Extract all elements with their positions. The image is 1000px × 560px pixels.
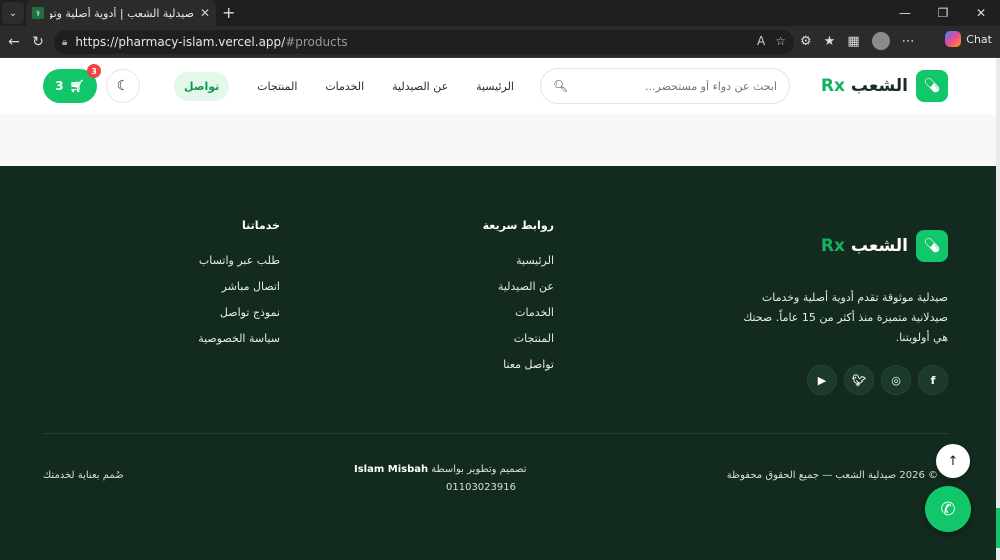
pill-icon: 💊︎: [916, 230, 948, 262]
footer-logo-rx: Rx: [820, 236, 845, 256]
footer-divider: [43, 433, 948, 434]
services-column: خدماتنا طلب عبر واتساب اتصال مباشر نموذج…: [198, 219, 280, 358]
developer-credit: Islam Misbah تصميم وتطوير بواسطة 0110302…: [354, 461, 527, 497]
tab-menu-chevron-icon[interactable]: ⌄: [2, 2, 24, 24]
read-aloud-icon[interactable]: A: [757, 34, 765, 48]
reload-icon[interactable]: ↻: [28, 32, 48, 52]
copyright-text: © 2026 صيدلية الشعب — جميع الحقوق محفوظة: [726, 470, 938, 481]
url-hash: #products: [285, 35, 348, 49]
copilot-chat-button[interactable]: Chat: [945, 31, 992, 47]
cart-count: 3: [55, 79, 64, 93]
service-contact-form[interactable]: نموذج تواصل: [198, 306, 280, 332]
search-box: 🔍︎: [540, 68, 790, 104]
made-with-care: صُمم بعناية لخدمتك: [43, 470, 124, 481]
scrollbar-thumb[interactable]: [996, 508, 1000, 548]
dark-mode-toggle[interactable]: ☾: [106, 69, 140, 103]
window-controls: — ❐ ✕: [886, 0, 1000, 26]
nav-services[interactable]: الخدمات: [325, 80, 364, 93]
search-icon[interactable]: 🔍︎: [553, 79, 568, 93]
browser-tab-bar: ⌄ ⚕ صيدلية الشعب | أدوية أصلية وتوصيل ✕ …: [0, 0, 1000, 26]
moon-icon: ☾: [116, 78, 130, 94]
back-arrow-icon[interactable]: ←: [4, 32, 24, 52]
cart-button[interactable]: 3 🛒︎ 3: [43, 64, 101, 103]
page-scrollbar[interactable]: [996, 58, 1000, 560]
footer-link-products[interactable]: المنتجات: [483, 332, 554, 358]
favorites-icon[interactable]: ★: [824, 34, 836, 49]
favorite-star-icon[interactable]: ☆: [775, 34, 786, 48]
browser-toolbar: ⚙ ★ ▦ ⋯: [800, 32, 915, 50]
credit-prefix: تصميم وتطوير بواسطة: [431, 464, 527, 475]
url-actions: A ☆: [757, 34, 786, 48]
nav-contact[interactable]: تواصل: [174, 71, 230, 101]
whatsapp-icon: ✆: [940, 498, 956, 520]
service-whatsapp-order[interactable]: طلب عبر واتساب: [198, 254, 280, 280]
window-close-icon[interactable]: ✕: [962, 0, 1000, 26]
footer-logo-name: الشعب: [850, 236, 908, 256]
social-links: f ◎ 🐦︎ ▶: [807, 365, 948, 395]
profile-avatar[interactable]: [871, 32, 890, 50]
footer-link-contact[interactable]: تواصل معنا: [483, 358, 554, 384]
service-privacy-policy[interactable]: سياسة الخصوصية: [198, 332, 280, 358]
quick-links-column: روابط سريعة الرئيسية عن الصيدلية الخدمات…: [483, 219, 554, 384]
browser-tab[interactable]: ⚕ صيدلية الشعب | أدوية أصلية وتوصيل ✕: [26, 0, 216, 26]
logo-text: الشعب Rx: [821, 76, 908, 96]
instagram-icon[interactable]: ◎: [881, 365, 911, 395]
url-text: https://pharmacy-islam.vercel.app/#produ…: [75, 35, 347, 49]
new-tab-plus-icon[interactable]: +: [222, 3, 235, 23]
footer-link-home[interactable]: الرئيسية: [483, 254, 554, 280]
services-title: خدماتنا: [242, 219, 280, 232]
tab-title: صيدلية الشعب | أدوية أصلية وتوصيل: [50, 6, 194, 20]
credit-author[interactable]: Islam Misbah: [354, 464, 428, 475]
minimize-icon[interactable]: —: [886, 0, 924, 26]
footer-logo[interactable]: 💊︎ الشعب Rx: [821, 230, 948, 262]
url-main: https://pharmacy-islam.vercel.app/: [75, 35, 286, 49]
cart-badge: 3: [87, 64, 101, 78]
twitter-icon[interactable]: 🐦︎: [844, 365, 874, 395]
cart-icon: 🛒︎: [69, 79, 85, 93]
footer-logo-text: الشعب Rx: [821, 236, 908, 256]
close-icon[interactable]: ✕: [200, 6, 210, 20]
nav-about[interactable]: عن الصيدلية: [392, 80, 448, 93]
footer-description: صيدلية موثوقة تقدم أدوية أصلية وخدمات صي…: [743, 291, 948, 344]
more-menu-icon[interactable]: ⋯: [902, 34, 915, 49]
logo-name: الشعب: [850, 76, 908, 96]
footer-link-about[interactable]: عن الصيدلية: [483, 280, 554, 306]
url-field[interactable]: 🔒︎ https://pharmacy-islam.vercel.app/#pr…: [54, 30, 794, 54]
site-header: 💊︎ الشعب Rx 🔍︎ الرئيسية عن الصيدلية الخد…: [0, 58, 996, 114]
collections-icon[interactable]: ▦: [847, 34, 859, 49]
site-logo[interactable]: 💊︎ الشعب Rx: [821, 70, 948, 102]
address-bar: ← ↻ 🔒︎ https://pharmacy-islam.vercel.app…: [0, 26, 1000, 58]
scroll-to-top-button[interactable]: ↑: [936, 444, 970, 478]
restore-icon[interactable]: ❐: [924, 0, 962, 26]
nav-home[interactable]: الرئيسية: [476, 80, 514, 93]
search-input[interactable]: [578, 79, 777, 93]
extensions-icon[interactable]: ⚙: [800, 34, 812, 49]
main-nav: الرئيسية عن الصيدلية الخدمات المنتجات تو…: [174, 70, 514, 102]
page-section-empty: [0, 114, 996, 166]
site-footer: 💊︎ الشعب Rx صيدلية موثوقة تقدم أدوية أصل…: [0, 166, 996, 560]
pill-icon: 💊︎: [916, 70, 948, 102]
nav-products[interactable]: المنتجات: [257, 80, 297, 93]
service-direct-call[interactable]: اتصال مباشر: [198, 280, 280, 306]
youtube-icon[interactable]: ▶: [807, 365, 837, 395]
footer-link-services[interactable]: الخدمات: [483, 306, 554, 332]
chat-label: Chat: [966, 32, 992, 46]
facebook-icon[interactable]: f: [918, 365, 948, 395]
lock-icon: 🔒︎: [62, 36, 68, 48]
arrow-up-icon: ↑: [947, 453, 959, 469]
copilot-icon: [945, 31, 962, 47]
logo-rx: Rx: [820, 76, 845, 96]
credit-phone[interactable]: 01103023916: [354, 479, 527, 497]
whatsapp-float-button[interactable]: ✆: [925, 486, 971, 532]
favicon-icon: ⚕: [32, 7, 44, 19]
quick-links-title: روابط سريعة: [482, 219, 554, 232]
